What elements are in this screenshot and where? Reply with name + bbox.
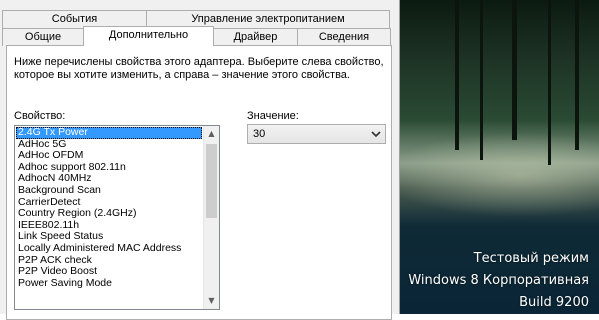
tab-general[interactable]: Общие [2, 28, 84, 46]
list-item[interactable]: Background Scan [16, 184, 202, 197]
tab-row-bottom: Общие Дополнительно Драйвер Сведения [2, 26, 391, 46]
property-label: Свойство: [14, 110, 66, 122]
value-label: Значение: [247, 110, 299, 122]
tree-trunk [548, 0, 551, 165]
tree-trunk [575, 0, 579, 150]
property-list[interactable]: 2.4G Tx Power AdHoc 5G AdHoc OFDM Adhoc sup… [14, 125, 220, 310]
list-item[interactable]: Locally Administered MAC Address [16, 242, 202, 255]
adapter-properties-dialog: События Управление электропитанием Общие… [0, 0, 400, 320]
chevron-down-icon [371, 127, 381, 144]
tab-advanced[interactable]: Дополнительно [83, 26, 214, 46]
watermark-line2: Windows 8 Корпоративная [408, 273, 589, 288]
description-text: Ниже перечислены свойства этого адаптера… [14, 56, 384, 81]
list-item[interactable]: Country Region (2.4GHz) [16, 208, 202, 220]
watermark-line3: Build 9200 [519, 295, 589, 310]
value-dropdown[interactable]: 30 [247, 124, 386, 144]
scroll-down-icon[interactable]: ▼ [204, 293, 219, 309]
list-item[interactable]: 2.4G Tx Power [16, 126, 202, 139]
value-selected: 30 [253, 128, 266, 140]
list-item[interactable]: Power Saving Mode [16, 277, 202, 290]
tree-trunk [480, 0, 483, 160]
tab-driver[interactable]: Драйвер [213, 28, 298, 46]
watermark-line1: Тестовый режим [473, 251, 589, 266]
list-item[interactable]: P2P Video Boost [16, 266, 202, 278]
scroll-up-icon[interactable]: ▲ [204, 126, 219, 142]
property-list-items: 2.4G Tx Power AdHoc 5G AdHoc OFDM Adhoc sup… [16, 126, 202, 290]
tab-details[interactable]: Сведения [297, 28, 391, 46]
vertical-scrollbar[interactable]: ▲ ▼ [203, 126, 219, 309]
tree-trunk [512, 0, 517, 140]
scrollbar-thumb[interactable] [206, 144, 217, 218]
tree-trunk [455, 0, 459, 150]
